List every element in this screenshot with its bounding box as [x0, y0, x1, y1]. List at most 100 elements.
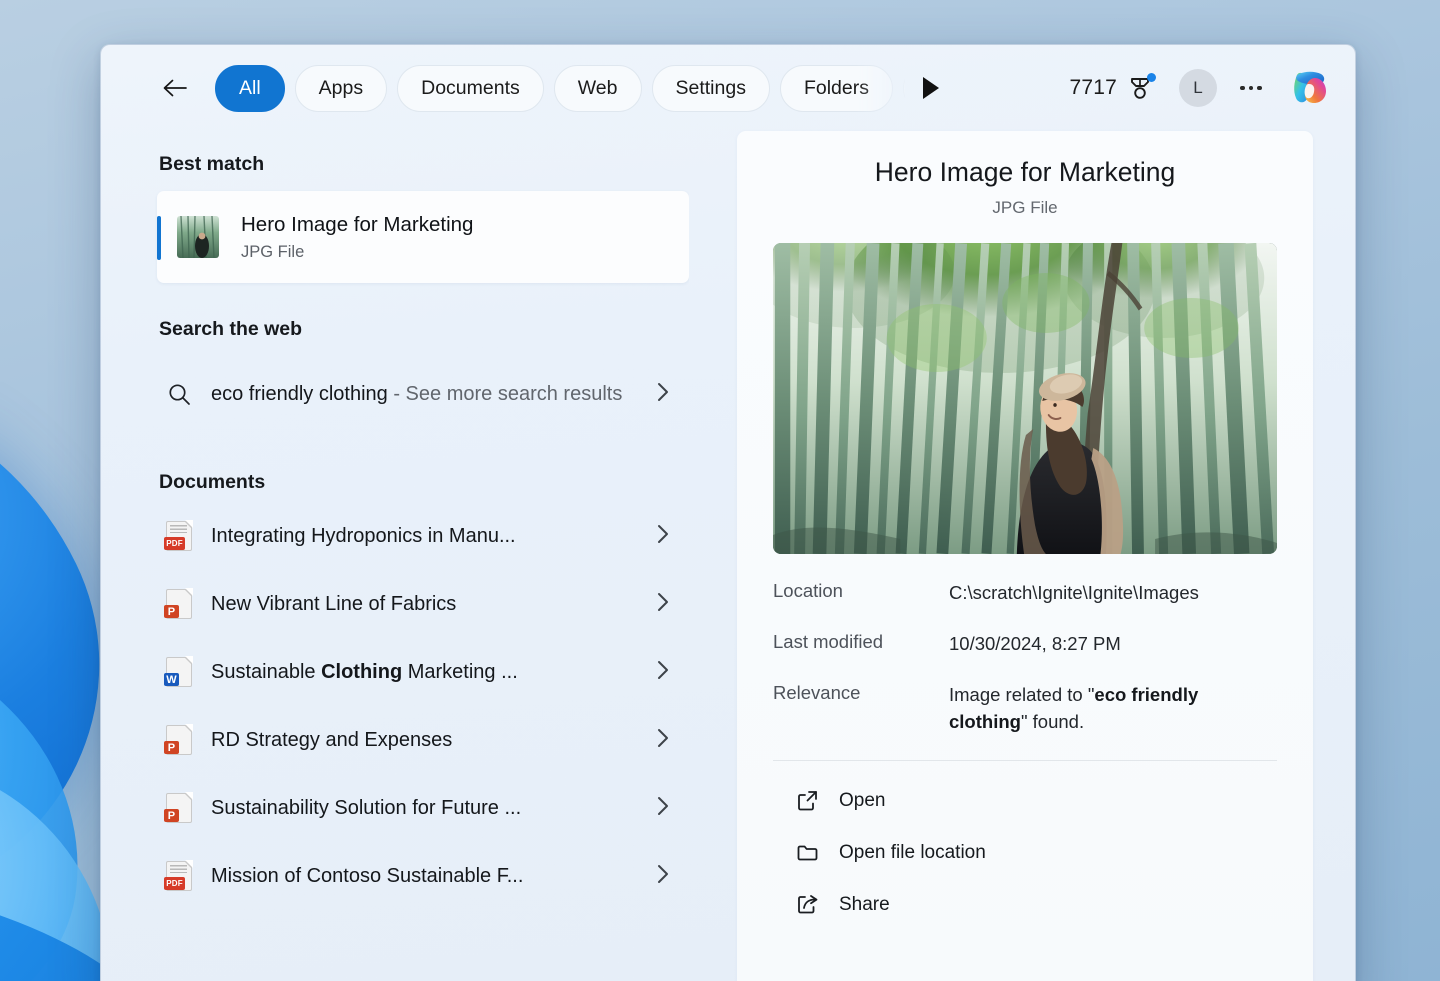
chevron-right-icon	[655, 659, 671, 686]
word-file-icon: W	[157, 656, 201, 687]
filter-pill-settings[interactable]: Settings	[651, 64, 770, 112]
rewards-button[interactable]: 7717	[1061, 69, 1163, 107]
document-title: Sustainable Clothing Marketing ...	[211, 660, 518, 683]
copilot-button[interactable]	[1285, 65, 1337, 111]
relevance-suffix: " found.	[1020, 710, 1085, 732]
document-row[interactable]: P Sustainability Solution for Future ...	[157, 774, 689, 842]
avatar-initial: L	[1193, 78, 1203, 97]
document-title: New Vibrant Line of Fabrics	[211, 592, 457, 615]
document-row[interactable]: P New Vibrant Line of Fabrics	[157, 570, 689, 638]
desktop: All Apps Documents Web Settings Folders …	[0, 0, 1440, 981]
chevron-right-icon	[655, 591, 671, 618]
powerpoint-file-icon: P	[157, 792, 201, 823]
pdf-file-icon: PDF	[157, 520, 201, 551]
bamboo-forest-photo	[773, 242, 1277, 554]
document-title: Sustainability Solution for Future ...	[211, 796, 522, 819]
section-heading-documents: Documents	[159, 471, 266, 493]
open-action[interactable]: Open	[773, 775, 1277, 827]
powerpoint-badge-label: P	[164, 605, 179, 618]
document-row[interactable]: PDF Mission of Contoso Sustainable F...	[157, 842, 689, 910]
web-search-label: eco friendly clothing - See more search …	[211, 379, 655, 410]
share-action[interactable]: Share	[773, 879, 1277, 931]
documents-list: PDF Integrating Hydroponics in Manu... P…	[157, 502, 689, 910]
chevron-right-icon	[655, 727, 671, 754]
action-label: Open file location	[839, 841, 986, 863]
filter-pill-folders[interactable]: Folders	[779, 64, 893, 112]
share-icon	[789, 893, 825, 916]
web-search-see-more: - See more search results	[393, 382, 623, 405]
filter-pill-apps[interactable]: Apps	[294, 64, 388, 112]
document-title: RD Strategy and Expenses	[211, 728, 453, 751]
search-toolbar: All Apps Documents Web Settings Folders …	[101, 45, 1355, 131]
relevance-prefix: Image related to "	[949, 684, 1095, 706]
metadata-key: Location	[773, 579, 843, 601]
filter-pill-photos-partial[interactable]: P	[903, 64, 905, 112]
copilot-icon	[1294, 71, 1326, 103]
document-title: Mission of Contoso Sustainable F...	[211, 864, 524, 887]
best-match-result[interactable]: Hero Image for Marketing JPG File	[157, 191, 689, 283]
actions-list: Open Open file location Share	[773, 761, 1277, 931]
metadata-key: Relevance	[773, 682, 861, 704]
powerpoint-badge-label: P	[164, 809, 179, 822]
action-label: Open	[839, 789, 886, 811]
user-avatar[interactable]: L	[1179, 69, 1217, 107]
folder-icon	[789, 841, 825, 864]
metadata-value: C:\scratch\Ignite\Ignite\Images	[949, 581, 1199, 603]
scroll-forward-button[interactable]	[913, 68, 949, 108]
results-pane: Best match Hero Image for Marketing JPG …	[101, 131, 689, 981]
chevron-right-icon	[655, 523, 671, 550]
medal-icon	[1125, 73, 1156, 103]
best-match-thumbnail	[177, 216, 219, 258]
chevron-right-icon	[655, 381, 671, 408]
search-icon	[157, 382, 201, 407]
play-triangle-icon	[923, 77, 939, 99]
detail-subtitle: JPG File	[992, 197, 1058, 217]
section-heading-search-the-web: Search the web	[159, 318, 303, 340]
image-preview	[773, 242, 1277, 554]
back-button[interactable]	[157, 70, 193, 106]
best-match-subtitle: JPG File	[241, 242, 305, 261]
filter-pill-documents[interactable]: Documents	[397, 64, 544, 112]
metadata-table: Location C:\scratch\Ignite\Ignite\Images…	[773, 580, 1277, 735]
search-flyout-window: All Apps Documents Web Settings Folders …	[100, 44, 1356, 981]
document-row[interactable]: W Sustainable Clothing Marketing ...	[157, 638, 689, 706]
document-title-highlight: Clothing	[321, 660, 403, 683]
best-match-title: Hero Image for Marketing	[241, 213, 474, 237]
powerpoint-file-icon: P	[157, 724, 201, 755]
metadata-row-location: Location C:\scratch\Ignite\Ignite\Images	[773, 580, 1277, 606]
ellipsis-dot	[1240, 85, 1245, 91]
detail-title: Hero Image for Marketing	[874, 157, 1176, 187]
document-row[interactable]: P RD Strategy and Expenses	[157, 706, 689, 774]
open-file-location-action[interactable]: Open file location	[773, 827, 1277, 879]
more-options-button[interactable]	[1231, 69, 1271, 107]
ellipsis-dot	[1257, 85, 1262, 91]
open-external-icon	[789, 789, 825, 812]
word-badge-label: W	[164, 673, 179, 686]
document-row[interactable]: PDF Integrating Hydroponics in Manu...	[157, 502, 689, 570]
metadata-row-relevance: Relevance Image related to "eco friendly…	[773, 682, 1277, 735]
toolbar-right-cluster: 7717 L	[1061, 65, 1337, 111]
document-title: Integrating Hydroponics in Manu...	[211, 524, 516, 547]
section-heading-best-match: Best match	[159, 153, 265, 175]
chevron-right-icon	[655, 795, 671, 822]
detail-pane: Hero Image for Marketing JPG File Locati…	[737, 131, 1313, 981]
filter-pill-all[interactable]: All	[215, 64, 285, 112]
ellipsis-dot	[1248, 85, 1254, 91]
action-label: Share	[839, 893, 890, 915]
metadata-row-last-modified: Last modified 10/30/2024, 8:27 PM	[773, 631, 1277, 657]
chevron-right-icon	[655, 863, 671, 890]
filter-pill-web[interactable]: Web	[553, 64, 642, 112]
back-arrow-icon	[163, 79, 187, 97]
pdf-file-icon: PDF	[157, 860, 201, 891]
content-area: Best match Hero Image for Marketing JPG …	[101, 131, 1355, 981]
metadata-value: 10/30/2024, 8:27 PM	[949, 633, 1121, 655]
rewards-points: 7717	[1069, 76, 1117, 99]
pdf-badge-label: PDF	[164, 537, 185, 550]
pdf-badge-label: PDF	[164, 877, 185, 890]
web-search-query: eco friendly clothing	[211, 382, 388, 405]
web-search-result[interactable]: eco friendly clothing - See more search …	[157, 353, 689, 435]
notification-dot	[1147, 73, 1156, 82]
powerpoint-badge-label: P	[164, 741, 179, 754]
filter-pill-list: All Apps Documents Web Settings Folders …	[215, 64, 905, 112]
powerpoint-file-icon: P	[157, 588, 201, 619]
